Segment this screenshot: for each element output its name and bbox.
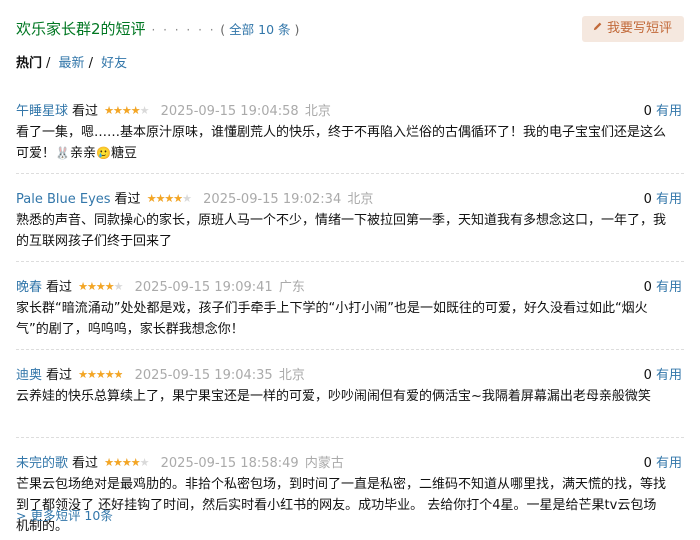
more-comments-link[interactable]: > 更多短评 10条 xyxy=(16,505,113,524)
rating-stars: ★★★★★★★★★★ xyxy=(104,104,149,117)
comment-item: 迪奥 看过 ★★★★★ ★★★★★ 2025-09-15 19:04:35 北京 0… xyxy=(16,349,684,437)
comment-meta: 晚春看过 ★★★★★★★★★★ 2025-09-15 19:09:41 广东 0… xyxy=(16,276,684,295)
comment-text: 家长群“暗流涌动”处处都是戏，孩子们手牵手上下学的“小打小闹”也是一如既往的可爱… xyxy=(16,301,648,337)
comment-location: 北京 xyxy=(347,192,374,207)
sort-tabs: 热门 / 最新 / 好友 xyxy=(16,52,127,71)
watch-status: 看过 xyxy=(46,280,73,295)
comment-meta: 午睡星球看过 ★★★★★★★★★★ 2025-09-15 19:04:58 北京… xyxy=(16,100,684,119)
comment-meta: 未完的歌看过 ★★★★★★★★★★ 2025-09-15 18:58:49 内蒙… xyxy=(16,452,684,471)
count-prefix: ( xyxy=(220,22,230,37)
comment-time: 2025-09-15 19:09:41 xyxy=(134,280,273,295)
comment-item: 晚春看过 ★★★★★★★★★★ 2025-09-15 19:09:41 广东 0… xyxy=(16,261,684,349)
comment-text: 云养娃的快乐总算续上了，果宁果宝还是一样的可爱，吵吵闹闹但有爱的俩活宝~我隔着屏… xyxy=(16,389,651,404)
pencil-icon xyxy=(592,16,603,42)
comment-text: 熟悉的声音、同款操心的家长，原班人马一个不少，情绪一下被拉回第一季，天知道我有多… xyxy=(16,213,667,249)
useful-label: 有用 xyxy=(655,280,682,295)
comment-time: 2025-09-15 19:04:35 xyxy=(134,368,273,383)
watch-status: 看过 xyxy=(46,368,73,383)
tab-latest[interactable]: 最新 xyxy=(59,56,85,71)
smile-emoji-icon: 🥲 xyxy=(95,146,111,160)
comments-header: 欢乐家长群2的短评 · · · · · · ( 全部 10 条 ) 我要写短评 xyxy=(16,14,684,44)
useful-label: 有用 xyxy=(655,456,682,471)
comment-location: 北京 xyxy=(304,104,331,119)
comment-text: 看了一集，嗯……基本原汁原味，谁懂剧荒人的快乐，终于不再陷入烂俗的古偶循环了！我… xyxy=(16,122,668,164)
comment-time: 2025-09-15 19:02:34 xyxy=(203,192,342,207)
useful-label: 有用 xyxy=(655,192,682,207)
comment-tag: 亲亲 xyxy=(69,146,96,161)
comment-tag: 糖豆 xyxy=(110,146,137,161)
bunny-emoji-icon: 🐰 xyxy=(55,146,70,160)
watch-status: 看过 xyxy=(72,456,99,471)
comment-time: 2025-09-15 18:58:49 xyxy=(160,456,299,471)
comment-item: 午睡星球看过 ★★★★★★★★★★ 2025-09-15 19:04:58 北京… xyxy=(16,86,684,173)
comment-username[interactable]: 晚春 xyxy=(16,280,42,295)
useful-vote[interactable]: 0 有用 xyxy=(644,364,682,383)
write-review-button[interactable]: 我要写短评 xyxy=(581,16,684,42)
watch-status: 看过 xyxy=(72,104,99,119)
rating-stars: ★★★★★★★★★★ xyxy=(78,280,123,293)
all-comments-link[interactable]: 全部 10 条 xyxy=(229,22,290,37)
useful-label: 有用 xyxy=(655,368,682,383)
tab-hot[interactable]: 热门 xyxy=(16,56,42,71)
useful-count: 0 xyxy=(643,456,652,471)
useful-vote[interactable]: 0 有用 xyxy=(644,276,682,295)
comment-username[interactable]: 迪奥 xyxy=(16,368,42,383)
comment-meta: Pale Blue Eyes看过 ★★★★★★★★★★ 2025-09-15 1… xyxy=(16,188,684,207)
useful-count: 0 xyxy=(643,192,652,207)
rating-stars: ★★★★★★★★★★ xyxy=(104,456,149,469)
title-dots: · · · · · · xyxy=(151,23,216,37)
write-review-label: 我要写短评 xyxy=(606,21,672,36)
useful-vote[interactable]: 0 有用 xyxy=(644,100,682,119)
comment-username[interactable]: Pale Blue Eyes xyxy=(16,192,111,207)
comment-item: Pale Blue Eyes看过 ★★★★★★★★★★ 2025-09-15 1… xyxy=(16,173,684,261)
comment-text: 芒果云包场绝对是最鸡肋的。非拾个私密包场，到时间了一直是私密，二维码不知道从哪里… xyxy=(16,477,667,534)
comment-list: 午睡星球看过 ★★★★★★★★★★ 2025-09-15 19:04:58 北京… xyxy=(16,86,684,534)
watch-status: 看过 xyxy=(114,192,141,207)
comment-username[interactable]: 午睡星球 xyxy=(16,104,68,119)
comment-time: 2025-09-15 19:04:58 xyxy=(160,104,299,119)
comment-location: 北京 xyxy=(278,368,305,383)
useful-count: 0 xyxy=(643,368,652,383)
rating-stars: ★★★★★★★★★★ xyxy=(78,368,123,381)
comment-item: 未完的歌看过 ★★★★★★★★★★ 2025-09-15 18:58:49 内蒙… xyxy=(16,437,684,534)
useful-count: 0 xyxy=(643,280,652,295)
useful-label: 有用 xyxy=(655,104,682,119)
comment-location: 内蒙古 xyxy=(304,456,344,471)
tab-separator: / xyxy=(88,56,93,71)
rating-stars: ★★★★★★★★★★ xyxy=(146,192,192,205)
tab-friends[interactable]: 好友 xyxy=(101,56,127,71)
comment-location: 广东 xyxy=(278,280,305,295)
useful-vote[interactable]: 0 有用 xyxy=(644,452,682,471)
comment-meta: 迪奥 看过 ★★★★★ ★★★★★ 2025-09-15 19:04:35 北京 0… xyxy=(16,364,684,383)
tab-separator: / xyxy=(46,56,51,71)
comment-count: ( 全部 10 条 ) xyxy=(220,22,299,37)
comment-username[interactable]: 未完的歌 xyxy=(16,456,68,471)
section-title: 欢乐家长群2的短评 · · · · · · ( 全部 10 条 ) xyxy=(16,18,299,39)
section-title-text: 欢乐家长群2的短评 xyxy=(16,20,146,38)
useful-vote[interactable]: 0 有用 xyxy=(644,188,682,207)
count-suffix: ) xyxy=(290,22,300,37)
useful-count: 0 xyxy=(643,104,652,119)
